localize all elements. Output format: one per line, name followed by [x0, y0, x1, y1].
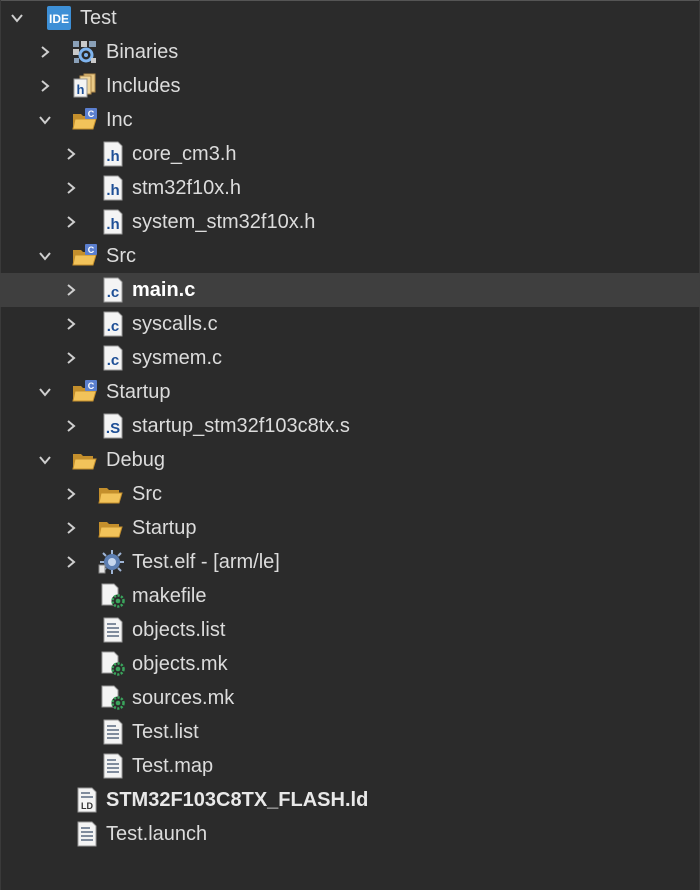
- tree-item-label: syscalls.c: [132, 313, 218, 335]
- text-file-icon: [74, 821, 100, 847]
- tree-item-file[interactable]: STM32F103C8TX_FLASH.ld: [0, 783, 700, 817]
- folder-icon: [98, 515, 124, 541]
- tree-item-label: sysmem.c: [132, 347, 222, 369]
- tree-item-label: core_cm3.h: [132, 143, 237, 165]
- tree-item-label: makefile: [132, 585, 207, 607]
- tree-item-file[interactable]: startup_stm32f103c8tx.s: [0, 409, 700, 443]
- tree-item-label: Src: [106, 245, 136, 267]
- chevron-right-icon[interactable]: [60, 545, 82, 579]
- tree-item-label: Debug: [106, 449, 165, 471]
- tree-item-label: Test.launch: [106, 823, 208, 845]
- chevron-down-icon[interactable]: [34, 103, 56, 137]
- tree-item-label: Startup: [132, 517, 197, 539]
- ide-badge-icon: [46, 5, 72, 31]
- chevron-right-icon[interactable]: [60, 409, 82, 443]
- tree-item-label: STM32F103C8TX_FLASH.ld: [106, 789, 369, 811]
- tree-item-label: sources.mk: [132, 687, 235, 709]
- chevron-right-icon[interactable]: [60, 307, 82, 341]
- chevron-down-icon[interactable]: [34, 375, 56, 409]
- chevron-right-icon[interactable]: [60, 137, 82, 171]
- tree-item-file[interactable]: core_cm3.h: [0, 137, 700, 171]
- source-folder-icon: [72, 243, 98, 269]
- chevron-down-icon[interactable]: [6, 1, 28, 35]
- folder-icon: [72, 447, 98, 473]
- tree-item-binary[interactable]: Test.elf - [arm/le]: [0, 545, 700, 579]
- tree-item-file[interactable]: stm32f10x.h: [0, 171, 700, 205]
- chevron-right-icon[interactable]: [60, 477, 82, 511]
- makefile-icon: [100, 583, 126, 609]
- tree-item-label: Includes: [106, 75, 181, 97]
- tree-item-folder[interactable]: Startup: [0, 511, 700, 545]
- text-file-icon: [100, 617, 126, 643]
- text-file-icon: [100, 719, 126, 745]
- elf-binary-icon: [98, 549, 124, 575]
- tree-item-binaries[interactable]: Binaries: [0, 35, 700, 69]
- asm-file-icon: [100, 413, 126, 439]
- chevron-down-icon[interactable]: [34, 443, 56, 477]
- tree-item-file[interactable]: objects.list: [0, 613, 700, 647]
- c-file-icon: [100, 345, 126, 371]
- tree-item-file[interactable]: sysmem.c: [0, 341, 700, 375]
- source-folder-icon: [72, 107, 98, 133]
- tree-item-label: Test.map: [132, 755, 214, 777]
- c-file-icon: [100, 277, 126, 303]
- tree-item-includes[interactable]: Includes: [0, 69, 700, 103]
- chevron-right-icon[interactable]: [60, 205, 82, 239]
- tree-item-label: Src: [132, 483, 162, 505]
- chevron-right-icon[interactable]: [60, 171, 82, 205]
- h-file-icon: [100, 175, 126, 201]
- chevron-down-icon[interactable]: [34, 239, 56, 273]
- tree-item-file[interactable]: system_stm32f10x.h: [0, 205, 700, 239]
- chevron-right-icon[interactable]: [60, 511, 82, 545]
- tree-item-label: main.c: [132, 279, 196, 301]
- tree-item-label: system_stm32f10x.h: [132, 211, 316, 233]
- binaries-icon: [72, 39, 98, 65]
- makefile-icon: [100, 685, 126, 711]
- tree-item-debug-folder[interactable]: Debug: [0, 443, 700, 477]
- tree-item-file[interactable]: Test.list: [0, 715, 700, 749]
- tree-item-label: stm32f10x.h: [132, 177, 241, 199]
- tree-item-file-selected[interactable]: main.c: [0, 273, 700, 307]
- tree-item-project-test[interactable]: Test: [0, 1, 700, 35]
- tree-item-file[interactable]: objects.mk: [0, 647, 700, 681]
- tree-item-file[interactable]: Test.map: [0, 749, 700, 783]
- tree-item-startup-folder[interactable]: Startup: [0, 375, 700, 409]
- tree-item-folder[interactable]: Src: [0, 477, 700, 511]
- tree-item-file[interactable]: makefile: [0, 579, 700, 613]
- makefile-icon: [100, 651, 126, 677]
- chevron-right-icon[interactable]: [34, 35, 56, 69]
- tree-item-file[interactable]: sources.mk: [0, 681, 700, 715]
- tree-item-label: Test.list: [132, 721, 199, 743]
- folder-icon: [98, 481, 124, 507]
- project-explorer-tree: Test Binaries Includes Inc core_cm3.h st…: [0, 1, 700, 851]
- tree-item-label: Startup: [106, 381, 171, 403]
- tree-item-label: Binaries: [106, 41, 179, 63]
- tree-item-label: Test.elf - [arm/le]: [132, 551, 280, 573]
- h-file-icon: [100, 209, 126, 235]
- tree-item-file[interactable]: syscalls.c: [0, 307, 700, 341]
- tree-item-label: Test: [80, 7, 117, 29]
- tree-item-inc-folder[interactable]: Inc: [0, 103, 700, 137]
- includes-icon: [72, 73, 98, 99]
- tree-item-label: Inc: [106, 109, 133, 131]
- tree-item-file[interactable]: Test.launch: [0, 817, 700, 851]
- chevron-right-icon[interactable]: [60, 273, 82, 307]
- c-file-icon: [100, 311, 126, 337]
- tree-item-label: objects.list: [132, 619, 226, 641]
- chevron-right-icon[interactable]: [34, 69, 56, 103]
- linker-script-icon: [74, 787, 100, 813]
- chevron-right-icon[interactable]: [60, 341, 82, 375]
- text-file-icon: [100, 753, 126, 779]
- tree-item-label: startup_stm32f103c8tx.s: [132, 415, 350, 437]
- h-file-icon: [100, 141, 126, 167]
- tree-item-src-folder[interactable]: Src: [0, 239, 700, 273]
- source-folder-icon: [72, 379, 98, 405]
- tree-item-label: objects.mk: [132, 653, 228, 675]
